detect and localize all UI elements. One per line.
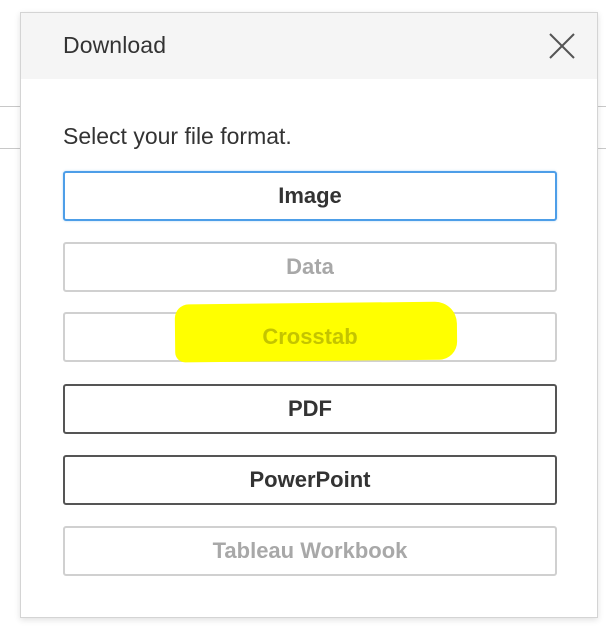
background-divider [0,148,22,149]
dialog-header: Download [21,13,597,79]
powerpoint-format-button[interactable]: PowerPoint [63,455,557,505]
background-divider [598,106,606,107]
data-format-button: Data [63,242,557,292]
background-divider [0,106,22,107]
image-format-button[interactable]: Image [63,171,557,221]
dialog-title: Download [63,32,167,58]
file-format-prompt: Select your file format. [63,123,292,149]
tableau-workbook-format-button: Tableau Workbook [63,526,557,576]
background-divider [598,148,606,149]
crosstab-format-button: Crosstab [63,312,557,362]
page: Download Select your file format. Image … [0,0,606,634]
close-button[interactable] [545,29,579,63]
close-x-icon [549,33,575,59]
pdf-format-button[interactable]: PDF [63,384,557,434]
download-dialog: Download Select your file format. Image … [20,12,598,618]
